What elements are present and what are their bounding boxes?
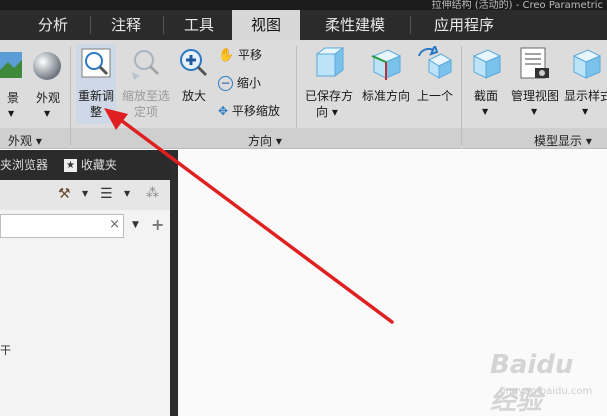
- annotation-arrow: [104, 108, 394, 324]
